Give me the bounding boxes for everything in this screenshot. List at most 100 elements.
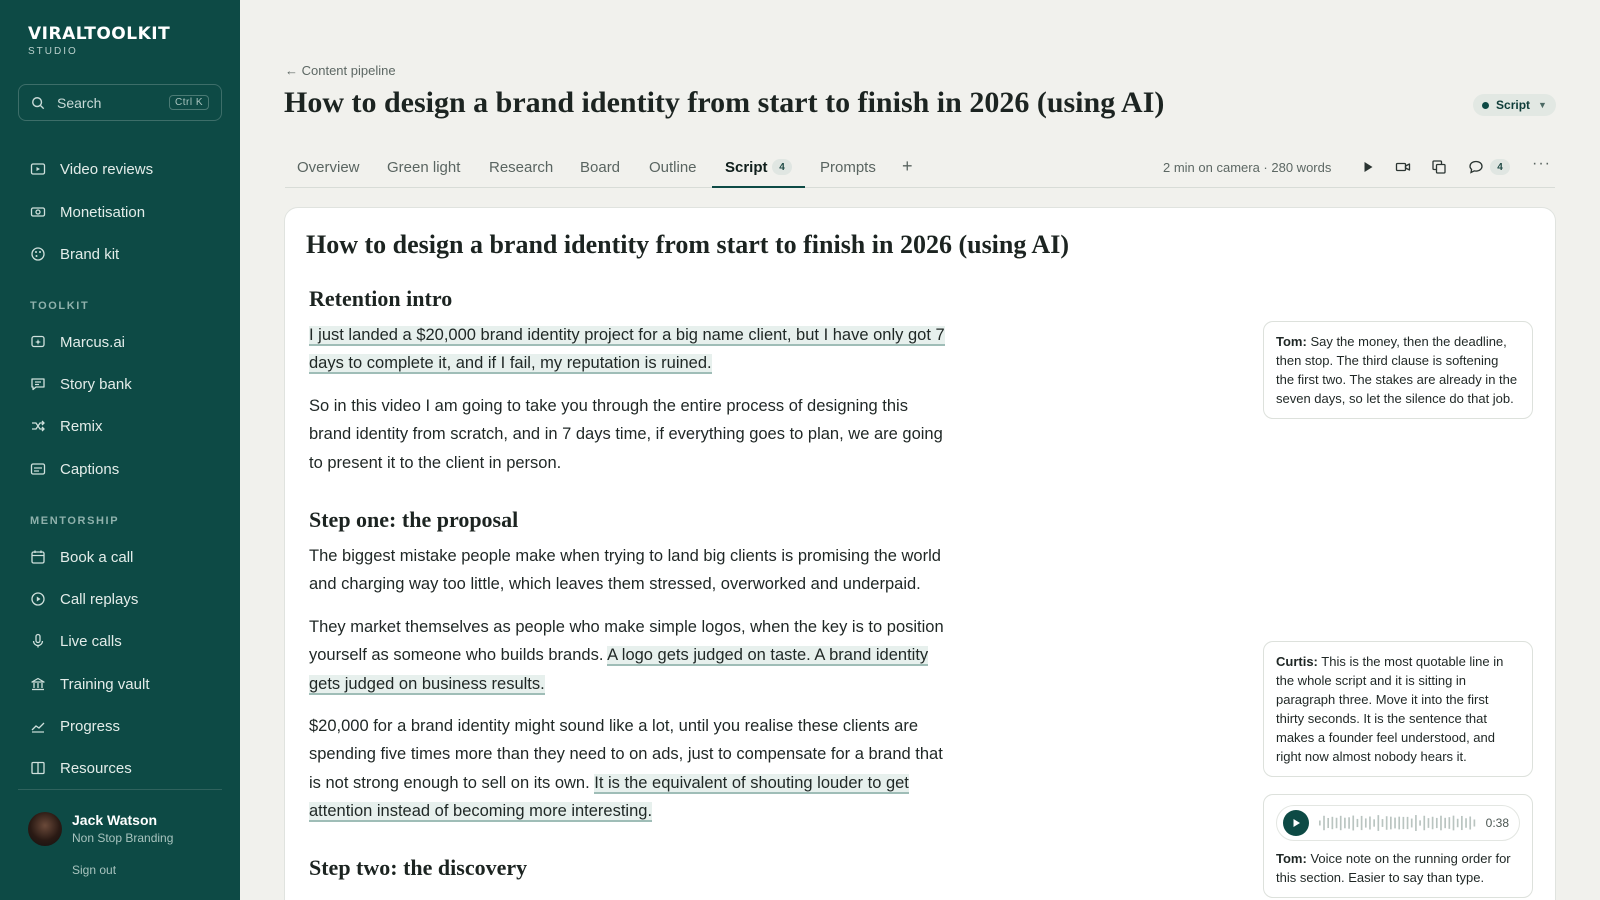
sidebar-item-story-bank[interactable]: Story bank (30, 373, 132, 395)
comment-card[interactable]: Tom: Say the money, then the deadline, t… (1263, 321, 1533, 419)
waveform-bar (1402, 816, 1405, 830)
waveform-bar (1319, 820, 1321, 826)
logo[interactable]: VIRALTOOLKIT STUDIO (28, 24, 170, 57)
tab-green-light[interactable]: Green light (387, 159, 460, 176)
waveform-bar (1427, 818, 1430, 828)
sidebar-item-book-a-call[interactable]: Book a call (30, 546, 133, 568)
sidebar-item-label: Monetisation (60, 203, 146, 221)
waveform-bar (1335, 817, 1338, 829)
toolkit-heading: TOOLKIT (30, 300, 90, 312)
tab-prompts[interactable]: Prompts (820, 159, 876, 176)
play-button[interactable] (1283, 810, 1309, 836)
copy-icon[interactable] (1431, 159, 1447, 175)
waveform-bar (1465, 818, 1467, 828)
comment-count-badge: 4 (1490, 159, 1510, 175)
waveform-bar (1331, 816, 1334, 830)
waveform-bar (1456, 818, 1459, 828)
sidebar-item-video-reviews[interactable]: Video reviews (30, 158, 153, 180)
calendar-icon (31, 550, 45, 564)
comment-text: This is the most quotable line in the wh… (1276, 654, 1504, 764)
status-dot-icon (1482, 101, 1490, 109)
section-heading: Step two: the discovery (309, 855, 528, 880)
chevron-down-icon: ▼ (1538, 100, 1547, 110)
waveform-bar (1364, 818, 1367, 828)
status-dropdown[interactable]: Script ▼ (1473, 94, 1556, 116)
waveform-bar (1360, 815, 1363, 831)
sidebar-item-monetisation[interactable]: Monetisation (30, 201, 145, 223)
waveform-bar (1423, 815, 1426, 831)
video-camera-icon[interactable] (1395, 159, 1411, 175)
sidebar-item-label: Progress (60, 717, 121, 735)
sidebar-item-progress[interactable]: Progress (30, 715, 120, 737)
breadcrumb[interactable]: ← Content pipeline (285, 63, 396, 78)
play-circle-icon (31, 592, 45, 606)
user-org: Non Stop Branding (72, 831, 174, 845)
waveform-bar (1339, 815, 1342, 831)
sidebar-item-brand-kit[interactable]: Brand kit (30, 243, 119, 265)
waveform-bar (1448, 817, 1451, 829)
waveform-bar (1327, 817, 1330, 829)
tab-script[interactable]: Script (725, 159, 768, 176)
waveform-bar (1323, 815, 1325, 831)
search-input[interactable]: Search Ctrl K (18, 84, 222, 121)
waveform-bar (1461, 815, 1463, 831)
tabs-divider (285, 187, 1555, 188)
script-paragraph[interactable]: They market themselves as people who mak… (309, 613, 949, 698)
sidebar-item-marcus-ai[interactable]: Marcus.ai (30, 331, 125, 353)
sidebar-divider (18, 789, 222, 790)
sidebar-item-captions[interactable]: Captions (30, 458, 119, 480)
comment-author: Tom: (1276, 851, 1307, 866)
script-paragraph[interactable]: The biggest mistake people make when try… (309, 542, 949, 599)
waveform-bar (1431, 816, 1434, 830)
captions-icon (30, 463, 46, 475)
script-meta: 2 min on camera · 280 words (1163, 160, 1332, 175)
waveform-bar (1444, 817, 1446, 829)
comment-text: Voice note on the running order for this… (1276, 851, 1511, 885)
script-paragraph[interactable]: $20,000 for a brand identity might sound… (309, 712, 949, 826)
sidebar-item-live-calls[interactable]: Live calls (30, 630, 122, 652)
waveform[interactable] (1319, 814, 1476, 832)
comment-card[interactable]: Curtis: This is the most quotable line i… (1263, 641, 1533, 777)
search-placeholder: Search (57, 94, 102, 111)
waveform-bar (1415, 815, 1417, 831)
sidebar-item-remix[interactable]: Remix (30, 415, 103, 437)
tab-board[interactable]: Board (580, 159, 620, 176)
sidebar-item-call-replays[interactable]: Call replays (30, 588, 138, 610)
tab-research[interactable]: Research (489, 159, 553, 176)
avatar[interactable] (28, 812, 62, 846)
add-tab-button[interactable]: + (902, 156, 913, 177)
logo-subtext: STUDIO (28, 46, 78, 57)
message-icon (31, 378, 45, 391)
sidebar-item-label: Training vault (60, 675, 150, 693)
waveform-bar (1406, 816, 1409, 830)
highlighted-text[interactable]: I just landed a $20,000 brand identity p… (309, 326, 945, 375)
sidebar-item-resources[interactable]: Resources (30, 757, 132, 779)
search-shortcut: Ctrl K (169, 95, 209, 110)
more-options-icon[interactable]: ··· (1532, 155, 1551, 173)
script-paragraph[interactable]: I just landed a $20,000 brand identity p… (309, 321, 949, 378)
sidebar-item-label: Brand kit (60, 245, 120, 263)
section-heading: Step one: the proposal (309, 507, 519, 532)
sidebar-item-label: Call replays (60, 590, 139, 608)
comment-author: Tom: (1276, 334, 1307, 349)
sidebar-item-training-vault[interactable]: Training vault (30, 673, 150, 695)
voice-note-card[interactable]: 0:38 Tom: Voice note on the running orde… (1263, 794, 1533, 898)
palette-icon (31, 247, 45, 261)
comment-icon[interactable] (1468, 159, 1484, 175)
sidebar-item-label: Video reviews (60, 160, 154, 178)
script-paragraph[interactable]: So in this video I am going to take you … (309, 392, 949, 477)
waveform-bar (1473, 819, 1476, 827)
waveform-bar (1390, 816, 1392, 830)
sign-out-link[interactable]: Sign out (72, 863, 116, 877)
tab-overview[interactable]: Overview (297, 159, 360, 176)
waveform-bar (1356, 818, 1359, 828)
sidebar-item-label: Story bank (60, 375, 132, 393)
microphone-icon (32, 633, 44, 648)
sidebar-item-label: Resources (60, 759, 132, 777)
play-icon[interactable] (1360, 159, 1376, 175)
waveform-bar (1394, 817, 1396, 829)
comment-text: Say the money, then the deadline, then s… (1276, 334, 1518, 406)
video-reviews-icon (30, 163, 46, 175)
waveform-bar (1440, 815, 1442, 831)
tab-outline[interactable]: Outline (649, 159, 697, 176)
